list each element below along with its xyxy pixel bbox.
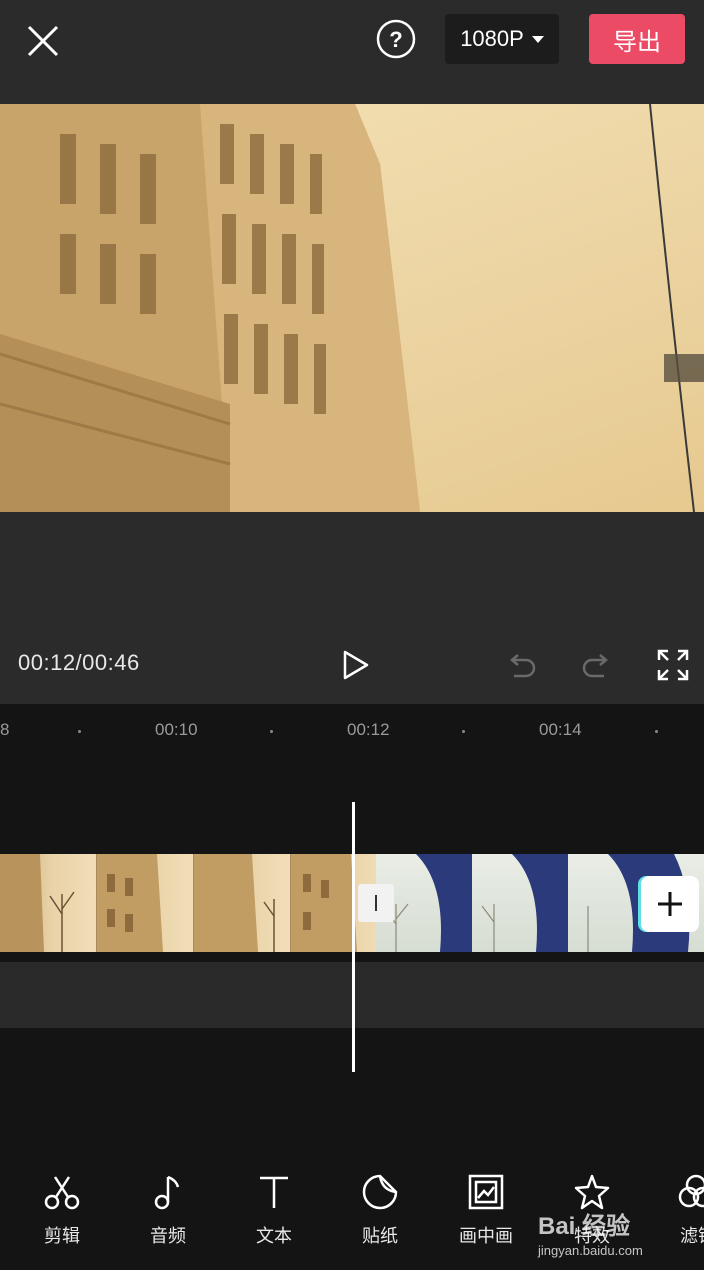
tool-audio[interactable]: 音频	[128, 1172, 208, 1248]
close-icon	[27, 25, 59, 57]
close-button[interactable]	[24, 22, 62, 60]
svg-text:?: ?	[389, 27, 402, 52]
ruler-tick-label: 00:10	[155, 720, 198, 739]
fullscreen-button[interactable]	[656, 648, 690, 682]
undo-icon	[510, 654, 536, 678]
play-icon	[343, 650, 369, 680]
preview-building-image	[0, 104, 420, 512]
ruler-tick-dot	[655, 730, 658, 733]
chevron-down-icon	[531, 35, 544, 43]
power-line-image	[649, 104, 704, 512]
tool-label: 贴纸	[362, 1226, 398, 1246]
timeline-ruler[interactable]: 8 00:10 00:12 00:14	[0, 704, 704, 754]
undo-button[interactable]	[504, 650, 538, 682]
tool-sticker[interactable]: 贴纸	[340, 1172, 420, 1248]
text-icon	[260, 1176, 288, 1208]
help-icon: ?	[376, 19, 416, 59]
fullscreen-icon	[657, 649, 689, 681]
clip-thumbnail	[194, 854, 291, 952]
ruler-tick-label: 8	[0, 720, 10, 739]
video-clip[interactable]	[0, 854, 388, 952]
add-clip-button[interactable]	[641, 876, 699, 932]
resolution-label: 1080P	[460, 26, 524, 51]
play-button[interactable]	[340, 648, 372, 682]
transition-button[interactable]	[358, 884, 394, 922]
export-button[interactable]: 导出	[589, 14, 685, 64]
clip-thumbnail	[472, 854, 568, 952]
tool-label: 剪辑	[44, 1226, 80, 1246]
ruler-tick-label: 00:12	[347, 720, 390, 739]
picture-in-picture-icon	[468, 1174, 504, 1210]
music-note-icon	[154, 1175, 180, 1210]
clip-thumbnail	[97, 854, 194, 952]
watermark-main: Bai 经验	[538, 1213, 631, 1240]
tool-label: 音频	[150, 1226, 186, 1246]
tool-label: 文本	[256, 1226, 292, 1246]
top-bar: ? 1080P 导出	[0, 0, 704, 104]
time-readout: 00:12/00:46	[18, 650, 140, 675]
baidu-watermark: Bai 经验 jingyan.baidu.com	[538, 1206, 688, 1258]
transition-divider-icon	[375, 895, 377, 911]
scissors-icon	[44, 1176, 80, 1210]
tool-edit[interactable]: 剪辑	[22, 1172, 102, 1248]
help-button[interactable]: ?	[376, 19, 416, 59]
tool-text[interactable]: 文本	[234, 1172, 314, 1248]
plus-icon	[658, 892, 682, 916]
playhead[interactable]	[352, 802, 355, 1072]
ruler-tick-dot	[270, 730, 273, 733]
tool-picture-in-picture[interactable]: 画中画	[446, 1172, 526, 1248]
redo-icon	[582, 654, 608, 678]
ruler-tick-dot	[462, 730, 465, 733]
ruler-tick-label: 00:14	[539, 720, 582, 739]
watermark-url: jingyan.baidu.com	[538, 1243, 643, 1258]
redo-button[interactable]	[580, 650, 614, 682]
resolution-dropdown[interactable]: 1080P	[445, 14, 559, 64]
ruler-tick-dot	[78, 730, 81, 733]
video-preview[interactable]	[0, 104, 704, 512]
sticker-icon	[362, 1174, 398, 1210]
tool-label: 画中画	[459, 1226, 513, 1246]
clip-thumbnail	[0, 854, 97, 952]
